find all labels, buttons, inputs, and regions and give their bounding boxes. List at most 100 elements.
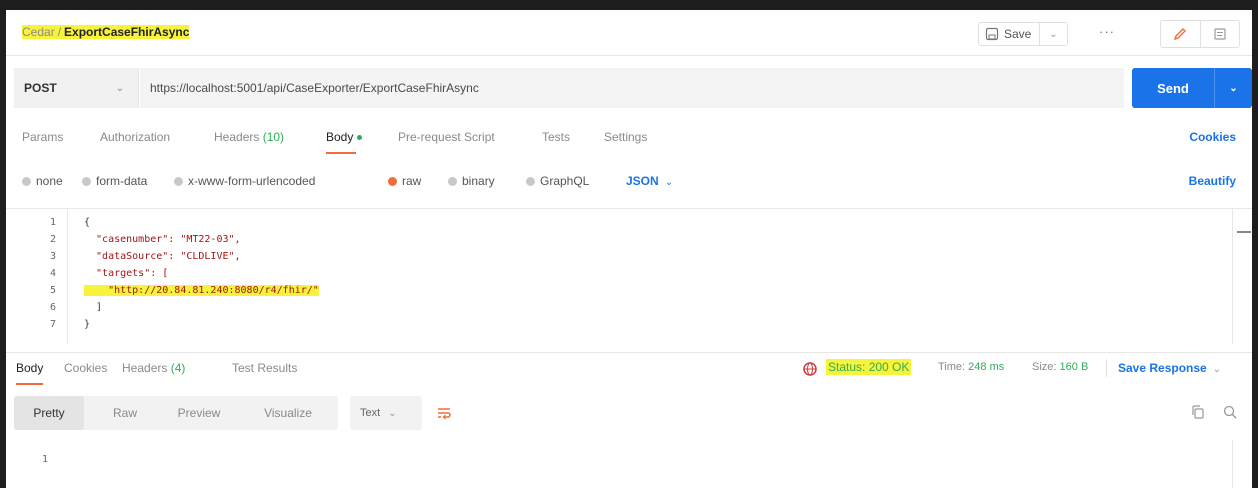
radio-form-data[interactable]: form-data [82, 170, 147, 192]
save-dropdown-chevron-icon[interactable]: ⌄ [1039, 23, 1067, 45]
documentation-icon[interactable] [1199, 21, 1240, 47]
response-tab-test-results[interactable]: Test Results [232, 361, 297, 375]
line-number: 2 [49, 234, 56, 245]
code-line: "casenumber": "MT22-03", [84, 234, 241, 245]
response-tab-cookies[interactable]: Cookies [64, 361, 107, 375]
response-tab-headers-count: (4) [170, 361, 186, 375]
radio-raw-selected-icon [388, 176, 397, 186]
body-format-chevron-down-icon: ⌄ [664, 177, 674, 188]
line-number: 1 [49, 217, 56, 228]
radio-none-icon [22, 176, 31, 186]
url-input[interactable]: https://localhost:5001/api/CaseExporter/… [140, 68, 1124, 108]
radio-raw[interactable]: raw [388, 170, 421, 192]
code-line: ] [84, 302, 103, 313]
response-tab-headers[interactable]: Headers (4) [122, 361, 185, 375]
radio-graphql[interactable]: GraphQL [526, 170, 589, 192]
postman-window: Cedar / ExportCaseFhirAsync Save ⌄ ··· POS… [6, 10, 1252, 488]
radio-form-data-icon [82, 176, 91, 186]
code-line-highlighted: "http://20.84.81.240:8080/r4/fhir/" [84, 285, 319, 296]
save-button[interactable]: Save ⌄ [978, 22, 1068, 46]
method-chevron-down-icon: ⌄ [115, 82, 124, 94]
radio-none[interactable]: none [22, 170, 63, 192]
radio-none-label: none [36, 174, 63, 188]
breadcrumb: Cedar / ExportCaseFhirAsync [22, 22, 190, 42]
line-number-gutter: 1 2 3 4 5 6 7 [6, 209, 68, 344]
line-number: 1 [42, 454, 49, 465]
code-line: { [84, 217, 91, 228]
body-format-select[interactable]: JSON ⌄ [626, 170, 673, 192]
radio-form-data-label: form-data [96, 174, 148, 188]
tab-tests-label: Tests [542, 130, 571, 144]
breadcrumb-collection[interactable]: Cedar [22, 25, 55, 39]
send-label: Send [1157, 80, 1189, 96]
edit-pencil-icon[interactable] [1161, 21, 1200, 47]
view-preview[interactable]: Preview [164, 396, 234, 430]
body-type-row: none form-data x-www-form-urlencoded raw… [6, 170, 1252, 192]
method-label: POST [24, 81, 57, 95]
tab-authorization[interactable]: Authorization [100, 126, 170, 148]
response-view-toolbar: Pretty Raw Preview Visualize Text ⌄ [14, 396, 1252, 430]
view-toggle-group [1160, 20, 1240, 48]
code-line: "dataSource": "CLDLIVE", [84, 251, 241, 262]
response-tab-headers-label: Headers [122, 361, 168, 375]
copy-icon[interactable] [1190, 404, 1206, 423]
code-line: } [84, 319, 91, 330]
tab-headers[interactable]: Headers (10) [214, 126, 284, 148]
tab-pre-request-script[interactable]: Pre-request Script [398, 126, 495, 148]
save-label: Save [1004, 27, 1032, 41]
tab-settings[interactable]: Settings [604, 126, 647, 148]
view-visualize[interactable]: Visualize [248, 396, 328, 430]
response-format-select[interactable]: Text ⌄ [350, 396, 422, 430]
send-dropdown-chevron-icon[interactable]: ⌄ [1214, 68, 1252, 108]
line-number: 7 [49, 319, 56, 330]
tab-params-label: Params [22, 130, 64, 144]
response-size[interactable]: Size: 160 B [1032, 361, 1088, 373]
radio-x-www-form-urlencoded[interactable]: x-www-form-urlencoded [174, 170, 315, 192]
method-select[interactable]: POST ⌄ [14, 68, 139, 108]
radio-graphql-icon [526, 176, 535, 186]
tab-pre-request-label: Pre-request Script [398, 130, 495, 144]
title-bar: Cedar / ExportCaseFhirAsync Save ⌄ ··· [6, 10, 1252, 56]
network-globe-icon[interactable] [802, 361, 818, 380]
save-response-chevron-down-icon: ⌄ [1212, 364, 1222, 375]
response-header-bar: Body Cookies Headers (4) Test Results St… [6, 352, 1252, 385]
request-body-editor[interactable]: 1 2 3 4 5 6 7 { "casenumber": "MT22-03",… [6, 208, 1252, 344]
radio-graphql-label: GraphQL [540, 174, 590, 188]
request-tabs: Params Authorization Headers (10) Body P… [6, 126, 1252, 154]
size-key: Size: [1032, 361, 1057, 373]
body-active-dot-icon [357, 135, 363, 141]
tab-tests[interactable]: Tests [542, 126, 570, 148]
status-badge[interactable]: Status: 200 OK [826, 359, 912, 375]
code-area[interactable]: { "casenumber": "MT22-03", "dataSource":… [76, 209, 1232, 344]
tab-params[interactable]: Params [22, 126, 63, 148]
response-scrollbar[interactable] [1232, 440, 1252, 488]
cookies-link[interactable]: Cookies [1189, 126, 1236, 148]
editor-scrollbar[interactable] [1232, 209, 1252, 344]
url-bar: POST ⌄ https://localhost:5001/api/CaseEx… [6, 68, 1252, 108]
tab-headers-label: Headers [214, 130, 260, 144]
line-number: 4 [49, 268, 56, 279]
radio-urlencoded-icon [174, 176, 183, 186]
scrollbar-thumb[interactable] [1237, 231, 1251, 233]
save-icon [985, 27, 999, 41]
view-pretty[interactable]: Pretty [14, 396, 84, 430]
tab-authorization-label: Authorization [100, 130, 171, 144]
search-icon[interactable] [1222, 404, 1238, 423]
view-mode-segmented-control: Pretty Raw Preview Visualize [14, 396, 338, 430]
tab-body[interactable]: Body [326, 126, 363, 154]
request-name[interactable]: ExportCaseFhirAsync [64, 25, 189, 39]
more-options-icon[interactable]: ··· [1096, 24, 1118, 44]
response-body-viewer[interactable]: 1 [6, 440, 1252, 488]
send-button[interactable]: Send ⌄ [1132, 68, 1252, 108]
radio-binary-icon [448, 176, 457, 186]
save-response-button[interactable]: Save Response ⌄ [1118, 361, 1221, 375]
body-format-label: JSON [626, 174, 659, 188]
beautify-link[interactable]: Beautify [1189, 170, 1236, 192]
radio-raw-label: raw [402, 174, 422, 188]
response-time[interactable]: Time: 248 ms [938, 361, 1004, 373]
response-tab-body[interactable]: Body [16, 361, 44, 385]
radio-binary[interactable]: binary [448, 170, 495, 192]
wrap-lines-icon[interactable] [430, 396, 458, 430]
code-line: "targets": [ [84, 268, 169, 279]
view-raw[interactable]: Raw [100, 396, 150, 430]
